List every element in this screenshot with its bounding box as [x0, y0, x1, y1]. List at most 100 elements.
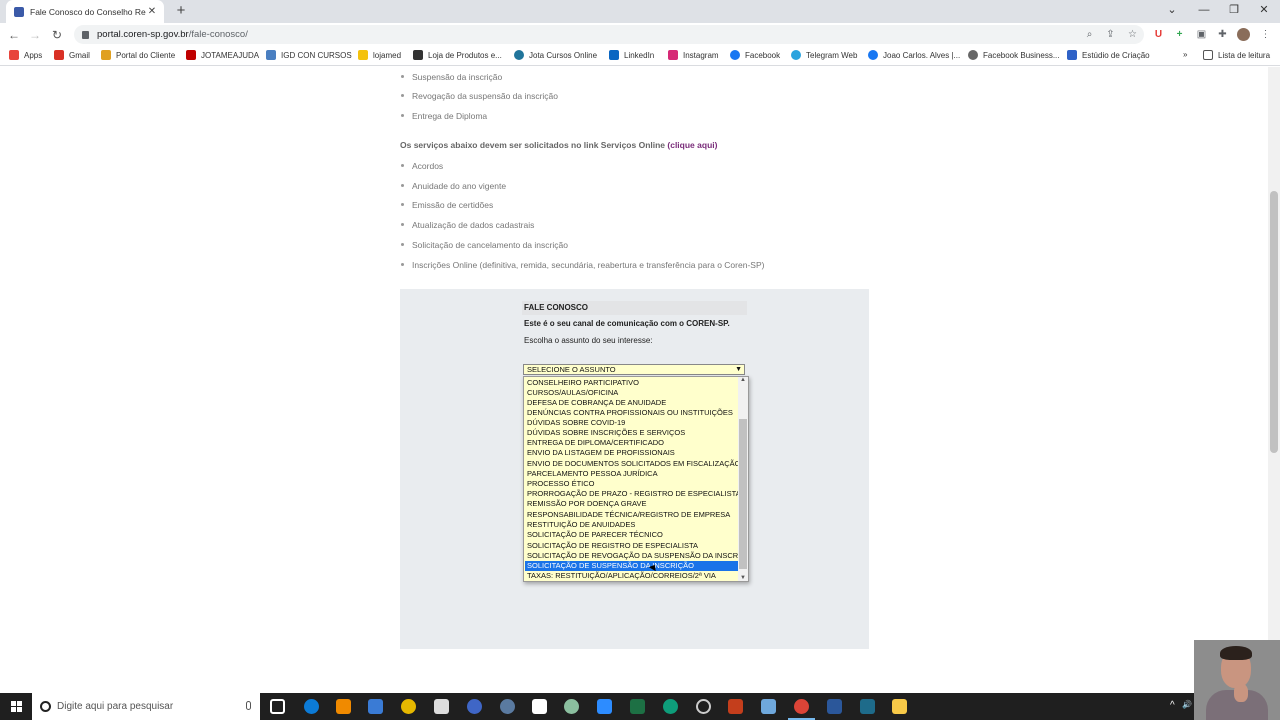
close-window-button[interactable]: ✕	[1249, 0, 1279, 22]
menu-kebab-icon[interactable]: ⋮	[1259, 28, 1272, 41]
plus-extension-icon[interactable]: +	[1173, 28, 1186, 41]
subject-select[interactable]: SELECIONE O ASSUNTO ▼	[523, 364, 745, 375]
word-icon[interactable]	[827, 699, 842, 714]
address-bar[interactable]: portal.coren-sp.gov.br/fale-conosco/	[74, 25, 1144, 44]
tab-strip: Fale Conosco do Conselho Regio ✕ + ⌄ — ❐…	[0, 0, 1280, 23]
option-item[interactable]: SOLICITAÇÃO DE REVOGAÇÃO DA SUSPENSÃO DA…	[525, 551, 738, 561]
subject-options-list[interactable]: CONSELHEIRO PARTICIPATIVO CURSOS/AULAS/O…	[523, 376, 749, 582]
option-item[interactable]: SOLICITAÇÃO DE PARECER TÉCNICO	[525, 530, 738, 540]
option-item[interactable]: RESTITUIÇÃO DE ANUIDADES	[525, 520, 738, 530]
share-icon[interactable]: ⇪	[1104, 28, 1117, 41]
excel-icon[interactable]	[630, 699, 645, 714]
calculator-icon[interactable]	[434, 699, 449, 714]
forward-icon[interactable]: →	[26, 26, 44, 44]
list-item: Entrega de Diploma	[400, 111, 488, 121]
bookmark-igd[interactable]: IGD CON CURSOS	[266, 50, 352, 60]
bookmark-instagram[interactable]: Instagram	[668, 50, 719, 60]
tab-search-icon[interactable]: ⌄	[1157, 0, 1187, 22]
app-icon[interactable]	[696, 699, 711, 714]
option-item[interactable]: TAXAS: RESTITUIÇÃO/APLICAÇÃO/CORREIOS/2ª…	[525, 571, 738, 581]
chrome-icon[interactable]	[788, 699, 815, 720]
option-item[interactable]: DÚVIDAS SOBRE COVID-19	[525, 418, 738, 428]
new-tab-button[interactable]: +	[172, 2, 190, 20]
option-item[interactable]: REMISSÃO POR DOENÇA GRAVE	[525, 499, 738, 509]
reading-list[interactable]: Lista de leitura	[1203, 50, 1270, 60]
option-item-highlighted[interactable]: SOLICITAÇÃO DE SUSPENSÃO DA INSCRIÇÃO	[525, 561, 738, 571]
notice-text: Os serviços abaixo devem ser solicitados…	[400, 140, 668, 150]
bookmark-linkedin[interactable]: LinkedIn	[609, 50, 654, 60]
tab-close-icon[interactable]: ✕	[146, 6, 158, 17]
network-app-icon[interactable]	[500, 699, 515, 714]
bookmark-estudio-criacao[interactable]: Estúdio de Criação	[1067, 50, 1150, 60]
bookmark-facebook[interactable]: Facebook	[730, 50, 780, 60]
taskbar-search[interactable]: Digite aqui para pesquisar	[32, 693, 260, 720]
bookmark-lojamed[interactable]: lojamed	[358, 50, 401, 60]
option-item[interactable]: PARCELAMENTO PESSOA JURÍDICA	[525, 469, 738, 479]
back-icon[interactable]: ←	[5, 26, 23, 44]
option-item[interactable]: ENTREGA DE DIPLOMA/CERTIFICADO	[525, 438, 738, 448]
option-item[interactable]: PRORROGAÇÃO DE PRAZO - REGISTRO DE ESPEC…	[525, 489, 738, 499]
zoom-app-icon[interactable]	[597, 699, 612, 714]
microphone-icon[interactable]	[246, 701, 251, 710]
app-icon[interactable]	[761, 699, 776, 714]
vlc-icon[interactable]	[336, 699, 351, 714]
bookmark-jota-cursos[interactable]: Jota Cursos Online	[514, 50, 597, 60]
url-domain: portal.coren-sp.gov.br	[97, 29, 189, 40]
page-scrollbar-thumb[interactable]	[1270, 191, 1278, 453]
bookmark-gmail[interactable]: Gmail	[54, 50, 90, 60]
options-scrollbar-thumb[interactable]	[739, 419, 747, 569]
url-path: /fale-conosco/	[188, 29, 248, 40]
restore-button[interactable]: ❐	[1219, 0, 1249, 22]
options-scrollbar[interactable]: ▲ ▼	[738, 377, 748, 581]
option-item[interactable]: CURSOS/AULAS/OFICINA	[525, 388, 738, 398]
portal-icon	[101, 50, 111, 60]
browser-tab[interactable]: Fale Conosco do Conselho Regio ✕	[6, 0, 164, 23]
option-item[interactable]: DÚVIDAS SOBRE INSCRIÇÕES E SERVIÇOS	[525, 428, 738, 438]
option-item[interactable]: PROCESSO ÉTICO	[525, 479, 738, 489]
vimeo-icon[interactable]	[467, 699, 482, 714]
page-scrollbar[interactable]	[1268, 67, 1280, 693]
app-icon[interactable]	[401, 699, 416, 714]
powerpoint-icon[interactable]	[728, 699, 743, 714]
store-icon[interactable]	[368, 699, 383, 714]
screen-capture-extension-icon[interactable]: ▣	[1195, 28, 1208, 41]
bookmark-telegram[interactable]: Telegram Web	[791, 50, 857, 60]
bookmarks-overflow-icon[interactable]: »	[1183, 50, 1187, 59]
option-item[interactable]: ENVIO DA LISTAGEM DE PROFISSIONAIS	[525, 448, 738, 458]
camera-icon[interactable]	[532, 699, 547, 714]
start-button[interactable]	[0, 693, 32, 720]
zoom-icon[interactable]: ⌕	[1083, 28, 1096, 41]
option-item[interactable]: RESPONSABILIDADE TÉCNICA/REGISTRO DE EMP…	[525, 510, 738, 520]
reload-icon[interactable]: ↻	[48, 26, 66, 44]
file-explorer-icon[interactable]	[892, 699, 907, 714]
minimize-button[interactable]: —	[1189, 0, 1219, 22]
tray-arrow-icon[interactable]: ^	[1170, 700, 1175, 711]
app-icon[interactable]	[564, 699, 579, 714]
volume-icon[interactable]: 🔊	[1182, 700, 1192, 709]
bookmark-facebook-business[interactable]: Facebook Business...	[968, 50, 1059, 60]
bookmark-apps[interactable]: Apps	[9, 50, 42, 60]
app-icon[interactable]	[860, 699, 875, 714]
option-item[interactable]: DEFESA DE COBRANÇA DE ANUIDADE	[525, 398, 738, 408]
edge-icon[interactable]	[304, 699, 319, 714]
bookmark-portal-cliente[interactable]: Portal do Cliente	[101, 50, 175, 60]
profile-avatar[interactable]	[1237, 28, 1250, 41]
facebook-icon	[730, 50, 740, 60]
scroll-down-arrow-icon[interactable]: ▼	[738, 575, 748, 581]
option-item[interactable]: DENÚNCIAS CONTRA PROFISSIONAIS OU INSTIT…	[525, 408, 738, 418]
option-item[interactable]: ENVIO DE DOCUMENTOS SOLICITADOS EM FISCA…	[525, 459, 738, 469]
extensions-puzzle-icon[interactable]: ✚	[1216, 28, 1229, 41]
ublock-extension-icon[interactable]: U	[1152, 28, 1165, 41]
gmail-icon	[54, 50, 64, 60]
bookmark-jotameajuda[interactable]: JOTAMEAJUDA	[186, 50, 259, 60]
click-here-link[interactable]: (clique aqui)	[667, 140, 717, 150]
option-item[interactable]: SOLICITAÇÃO DE REGISTRO DE ESPECIALISTA	[525, 541, 738, 551]
scroll-up-arrow-icon[interactable]: ▲	[738, 377, 748, 383]
app-icon[interactable]	[663, 699, 678, 714]
wordpress-icon	[514, 50, 524, 60]
bookmark-joao-carlos[interactable]: Joao Carlos. Alves |...	[868, 50, 960, 60]
bookmark-star-icon[interactable]: ☆	[1126, 28, 1139, 41]
option-item[interactable]: CONSELHEIRO PARTICIPATIVO	[525, 378, 738, 388]
bookmark-loja-produtos[interactable]: Loja de Produtos e...	[413, 50, 502, 60]
task-view-icon[interactable]	[270, 699, 285, 714]
